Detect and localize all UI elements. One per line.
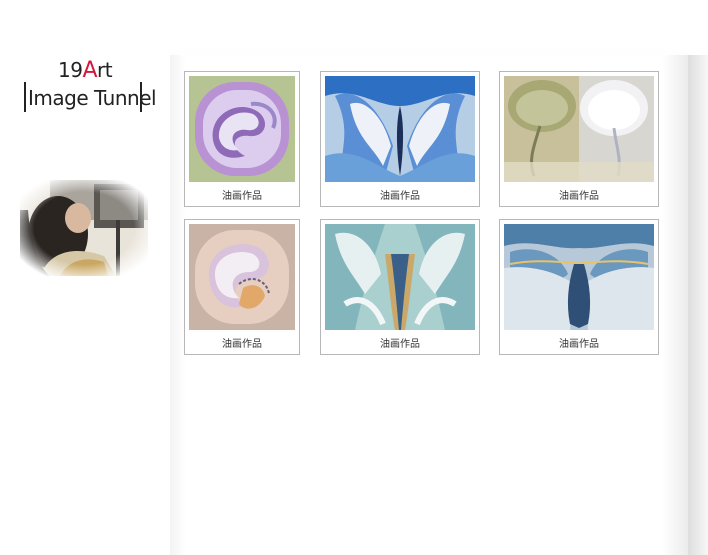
painting-thumbnail-5[interactable] xyxy=(325,224,475,330)
gallery-card-2[interactable]: 油画作品 xyxy=(320,71,480,207)
card-caption: 油画作品 xyxy=(380,339,420,350)
gallery-card-5[interactable]: 油画作品 xyxy=(320,219,480,355)
logo-line-2: Image Tunnel xyxy=(28,86,157,110)
right-edge-shadow xyxy=(688,55,708,555)
card-caption: 油画作品 xyxy=(559,191,599,202)
gallery-card-3[interactable]: 油画作品 xyxy=(499,71,659,207)
card-caption: 油画作品 xyxy=(222,339,262,350)
gallery-card-6[interactable]: 油画作品 xyxy=(499,219,659,355)
gallery-card-4[interactable]: 油画作品 xyxy=(184,219,300,355)
logo-line-1: 19Art xyxy=(58,58,113,83)
artist-portrait xyxy=(20,180,148,276)
painting-thumbnail-3[interactable] xyxy=(504,76,654,182)
card-caption: 油画作品 xyxy=(380,191,420,202)
gallery-card-1[interactable]: 油画作品 xyxy=(184,71,300,207)
logo-left-bar xyxy=(24,82,26,112)
painting-thumbnail-4[interactable] xyxy=(189,224,295,330)
painting-thumbnail-2[interactable] xyxy=(325,76,475,182)
logo-accent-letter: A xyxy=(82,58,98,83)
site-logo[interactable]: 19Art Image Tunnel xyxy=(22,58,157,118)
logo-right-bar xyxy=(140,82,142,112)
sidebar: 19Art Image Tunnel xyxy=(0,0,170,555)
painting-thumbnail-6[interactable] xyxy=(504,224,654,330)
card-caption: 油画作品 xyxy=(559,339,599,350)
card-caption: 油画作品 xyxy=(222,191,262,202)
painting-thumbnail-1[interactable] xyxy=(189,76,295,182)
